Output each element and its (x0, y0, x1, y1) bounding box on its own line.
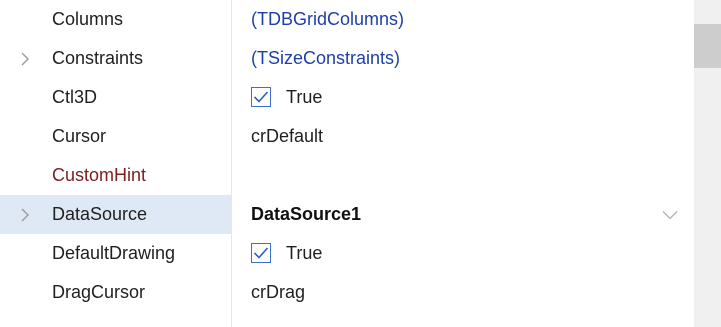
property-name-cell[interactable]: DragCursor (0, 273, 231, 312)
property-row-datasource[interactable]: DataSource DataSource1 (0, 195, 694, 234)
checkbox-label: True (286, 87, 323, 107)
scrollbar-thumb[interactable] (694, 24, 721, 68)
property-row-defaultdrawing[interactable]: DefaultDrawing True (0, 234, 694, 273)
property-value-cell[interactable]: True (232, 78, 694, 117)
property-value-cell[interactable]: crDefault (232, 117, 694, 156)
property-name: CustomHint (52, 165, 147, 185)
property-value[interactable]: crDefault (251, 117, 323, 156)
vertical-scrollbar[interactable] (694, 0, 721, 327)
property-row-customhint[interactable]: CustomHint (0, 156, 694, 195)
checkmark-icon (253, 91, 269, 103)
property-name: Cursor (52, 126, 107, 146)
property-name: Ctl3D (52, 87, 98, 107)
checkbox[interactable] (251, 87, 271, 107)
property-row-constraints[interactable]: Constraints (TSizeConstraints) (0, 39, 694, 78)
property-value[interactable]: (TSizeConstraints) (251, 39, 400, 78)
property-name-cell[interactable]: Ctl3D (0, 78, 231, 117)
property-name-cell[interactable]: DefaultDrawing (0, 234, 231, 273)
property-value[interactable]: DataSource1 (251, 195, 361, 234)
property-name-cell[interactable]: DataSource (0, 195, 231, 234)
property-name: DragCursor (52, 282, 146, 302)
property-row-ctl3d[interactable]: Ctl3D True (0, 78, 694, 117)
property-name-cell[interactable]: Cursor (0, 117, 231, 156)
property-value[interactable]: (TDBGridColumns) (251, 0, 404, 39)
chevron-down-icon[interactable] (660, 195, 680, 234)
chevron-right-icon[interactable] (16, 39, 34, 78)
checkbox-label: True (286, 243, 323, 263)
property-row-cursor[interactable]: Cursor crDefault (0, 117, 694, 156)
chevron-right-icon[interactable] (16, 195, 34, 234)
object-inspector: Columns (TDBGridColumns) Constraints (TS… (0, 0, 694, 327)
property-name-cell[interactable]: Columns (0, 0, 231, 39)
property-value-cell[interactable]: True (232, 234, 694, 273)
property-value-cell[interactable]: DataSource1 (232, 195, 694, 234)
property-row-columns[interactable]: Columns (TDBGridColumns) (0, 0, 694, 39)
checkmark-icon (253, 247, 269, 259)
property-value-cell[interactable]: (TDBGridColumns) (232, 0, 694, 39)
property-name: Constraints (52, 48, 144, 68)
property-value-cell[interactable] (232, 156, 694, 195)
property-name: Columns (52, 9, 124, 29)
property-name-cell[interactable]: CustomHint (0, 156, 231, 195)
property-name: DefaultDrawing (52, 243, 176, 263)
property-value[interactable]: crDrag (251, 273, 305, 312)
property-name-cell[interactable]: Constraints (0, 39, 231, 78)
checkbox[interactable] (251, 243, 271, 263)
property-value-cell[interactable]: (TSizeConstraints) (232, 39, 694, 78)
property-value-cell[interactable]: crDrag (232, 273, 694, 312)
property-row-dragcursor[interactable]: DragCursor crDrag (0, 273, 694, 312)
property-name: DataSource (52, 204, 148, 224)
